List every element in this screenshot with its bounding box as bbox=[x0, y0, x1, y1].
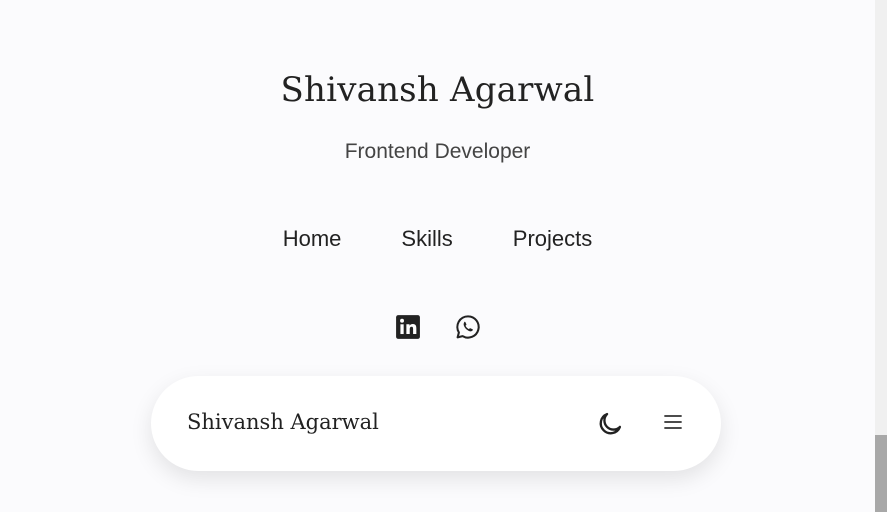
whatsapp-icon[interactable] bbox=[455, 314, 481, 340]
main-nav: Home Skills Projects bbox=[0, 226, 875, 252]
linkedin-icon[interactable] bbox=[395, 314, 421, 340]
bottom-nav-bar: Shivansh Agarwal bbox=[151, 376, 721, 471]
role-subtitle: Frontend Developer bbox=[344, 140, 531, 163]
menu-icon[interactable] bbox=[662, 411, 684, 433]
scrollbar-thumb[interactable] bbox=[875, 435, 887, 512]
vertical-scrollbar[interactable] bbox=[875, 0, 887, 512]
social-links bbox=[0, 314, 875, 340]
nav-link-skills[interactable]: Skills bbox=[401, 226, 452, 252]
nav-link-home[interactable]: Home bbox=[283, 226, 342, 252]
portfolio-page: Shivansh Agarwal Frontend Developer Home… bbox=[0, 0, 875, 512]
moon-icon[interactable] bbox=[596, 410, 624, 438]
nav-link-projects[interactable]: Projects bbox=[513, 226, 592, 252]
page-title: Shivansh Agarwal bbox=[280, 70, 595, 110]
bar-brand-name[interactable]: Shivansh Agarwal bbox=[187, 410, 379, 434]
